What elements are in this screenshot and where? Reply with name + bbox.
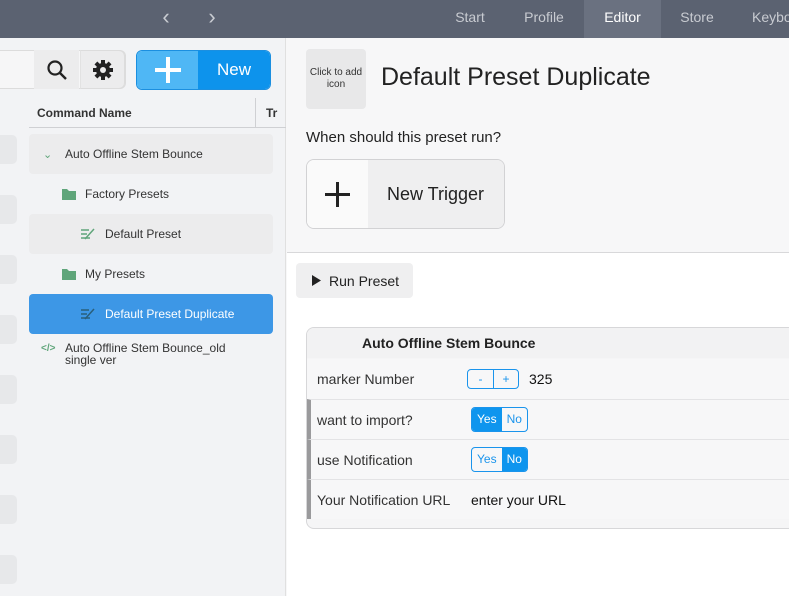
marker-number-stepper[interactable]: - + xyxy=(467,369,519,389)
tree-item-label: My Presets xyxy=(85,267,146,281)
list-item[interactable] xyxy=(0,315,17,344)
tab-store[interactable]: Store xyxy=(668,0,726,38)
yes-option[interactable]: Yes xyxy=(472,448,502,471)
tree-item-label: Default Preset Duplicate xyxy=(105,307,235,321)
list-item[interactable] xyxy=(0,135,17,164)
panel-title: Auto Offline Stem Bounce xyxy=(307,328,789,358)
tree-item-preset-selected[interactable]: Default Preset Duplicate xyxy=(29,294,273,334)
tab-editor[interactable]: Editor xyxy=(584,0,661,38)
marker-number-row: marker Number - + 325 xyxy=(307,359,789,399)
run-preset-label: Run Preset xyxy=(329,272,400,289)
search-icon xyxy=(46,59,67,80)
field-label: Your Notification URL xyxy=(317,491,451,508)
want-to-import-row: want to import? Yes No xyxy=(307,399,789,439)
column-header-command-name[interactable]: Command Name xyxy=(37,106,132,120)
list-item[interactable] xyxy=(0,375,17,404)
preset-icon xyxy=(81,228,95,240)
notification-url-input[interactable]: enter your URL xyxy=(471,492,566,508)
list-item[interactable] xyxy=(0,555,17,584)
new-trigger-label: New Trigger xyxy=(368,160,504,228)
tree-item-preset[interactable]: Default Preset xyxy=(29,214,273,254)
preset-panel: Auto Offline Stem Bounce marker Number -… xyxy=(306,327,789,529)
use-notification-toggle[interactable]: Yes No xyxy=(471,447,528,472)
new-button-label: New xyxy=(198,51,270,89)
tree-item-folder[interactable]: Factory Presets xyxy=(29,174,273,214)
field-label: use Notification xyxy=(317,451,413,468)
play-icon xyxy=(312,275,321,286)
no-option[interactable]: No xyxy=(502,408,527,431)
settings-button[interactable] xyxy=(80,50,125,89)
run-preset-button[interactable]: Run Preset xyxy=(296,263,413,298)
yes-option[interactable]: Yes xyxy=(472,408,502,431)
tree-item-folder[interactable]: My Presets xyxy=(29,254,273,294)
list-item[interactable] xyxy=(0,495,17,524)
folder-icon xyxy=(62,269,76,280)
decrement-button[interactable]: - xyxy=(468,370,493,388)
tree-item-command[interactable]: ⌄ Auto Offline Stem Bounce xyxy=(29,134,273,174)
tree-item-label: Auto Offline Stem Bounce xyxy=(65,147,203,161)
top-nav-bar: ‹ › Start Profile Editor Store Keybo xyxy=(0,0,789,38)
code-icon: </> xyxy=(41,343,56,354)
tab-keyboards[interactable]: Keybo xyxy=(752,0,789,38)
list-item[interactable] xyxy=(0,255,17,284)
chevron-left-icon[interactable]: ‹ xyxy=(154,6,178,30)
list-item[interactable] xyxy=(0,195,17,224)
increment-button[interactable]: + xyxy=(493,370,518,388)
column-header[interactable]: Command Name Tr xyxy=(29,98,286,128)
plus-icon xyxy=(154,57,181,83)
field-label: marker Number xyxy=(317,371,415,387)
marker-number-value: 325 xyxy=(529,371,553,387)
list-item[interactable] xyxy=(0,435,17,464)
new-button[interactable]: New xyxy=(136,50,271,90)
field-label: want to import? xyxy=(317,411,413,428)
folder-icon xyxy=(62,189,76,200)
search-button[interactable] xyxy=(34,50,79,89)
page-title[interactable]: Default Preset Duplicate xyxy=(381,63,651,92)
chevron-right-icon[interactable]: › xyxy=(200,6,224,30)
trigger-question: When should this preset run? xyxy=(306,129,502,146)
tree-item-command[interactable]: </> Auto Offline Stem Bounce_old single … xyxy=(29,338,273,372)
plus-icon xyxy=(325,181,350,207)
column-header-trigger[interactable]: Tr xyxy=(266,106,277,120)
chevron-down-icon[interactable]: ⌄ xyxy=(43,148,65,161)
preset-icon xyxy=(81,308,95,320)
notification-url-row: Your Notification URL enter your URL xyxy=(307,479,789,519)
want-to-import-toggle[interactable]: Yes No xyxy=(471,407,528,432)
tree-item-label: Factory Presets xyxy=(85,187,170,201)
use-notification-row: use Notification Yes No xyxy=(307,439,789,479)
add-icon-button[interactable]: Click to add icon xyxy=(306,49,366,109)
no-option[interactable]: No xyxy=(501,448,527,471)
tab-profile[interactable]: Profile xyxy=(510,0,578,38)
tab-start[interactable]: Start xyxy=(440,0,500,38)
tree-item-label: Auto Offline Stem Bounce_old single ver xyxy=(65,341,226,367)
new-trigger-button[interactable]: New Trigger xyxy=(306,159,505,229)
gear-icon xyxy=(92,59,113,80)
tree-item-label: Default Preset xyxy=(105,227,182,241)
